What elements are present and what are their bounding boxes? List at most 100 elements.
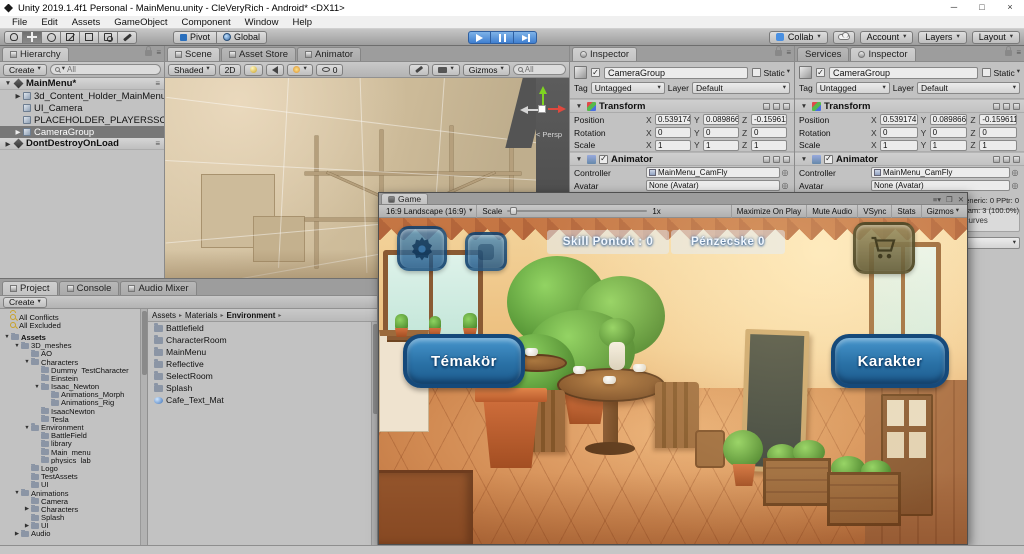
help-icon[interactable] <box>773 103 780 110</box>
menu-item[interactable]: Edit <box>34 17 64 28</box>
scale-z-field[interactable]: 1 <box>751 140 787 151</box>
rotation-z-field[interactable]: 0 <box>979 127 1017 138</box>
project-tree-item[interactable]: ▼ Animations <box>0 489 147 497</box>
animator-component-header[interactable]: ▼Animator <box>570 152 794 166</box>
step-button[interactable] <box>514 31 537 44</box>
project-tree-item[interactable]: IsaacNewton <box>0 407 147 415</box>
scale-y-field[interactable]: 1 <box>703 140 739 151</box>
animator-enabled-checkbox[interactable] <box>824 155 833 164</box>
camera-dropdown[interactable]: ▾ <box>432 64 459 76</box>
close-button[interactable]: × <box>996 0 1024 16</box>
rotation-x-field[interactable]: 0 <box>655 127 691 138</box>
project-tree-item[interactable]: Splash <box>0 514 147 522</box>
create-button[interactable]: Create▾ <box>3 297 47 308</box>
gizmo-x-axis[interactable] <box>558 105 566 113</box>
controller-field[interactable]: MainMenu_CamFly <box>871 167 1010 178</box>
project-area-tab[interactable]: Audio Mixer <box>120 281 196 295</box>
hierarchy-item[interactable]: ▶ 3d_Content_Holder_MainMenu <box>0 90 164 102</box>
menu-item[interactable]: Help <box>285 17 319 28</box>
scale-z-field[interactable]: 1 <box>979 140 1017 151</box>
info-button[interactable] <box>465 232 507 271</box>
hierarchy-search-input[interactable]: ▾All <box>50 64 161 75</box>
project-tree-item[interactable]: ▼ Environment <box>0 423 147 431</box>
gizmo-z-axis[interactable] <box>520 106 528 114</box>
rotate-tool-button[interactable] <box>42 31 61 44</box>
gear-menu-icon[interactable] <box>783 156 790 163</box>
project-tree-item[interactable]: AO <box>0 350 147 358</box>
transform-component-header[interactable]: ▼Transform <box>795 99 1024 113</box>
scale-x-field[interactable]: 1 <box>880 140 918 151</box>
project-tree-item[interactable]: library <box>0 440 147 448</box>
collab-dropdown[interactable]: Collab▾ <box>769 31 828 44</box>
tab-inspector[interactable]: Inspector <box>850 47 915 61</box>
panel-menu-icon[interactable]: ≡ <box>1016 49 1021 57</box>
gizmo-center-handle[interactable] <box>538 105 546 113</box>
lighting-toggle[interactable] <box>244 64 263 76</box>
breadcrumb-item[interactable]: Assets <box>152 311 183 320</box>
expand-arrow-icon[interactable]: ▼ <box>13 490 21 496</box>
scene-view-tab[interactable]: Animator <box>297 47 361 61</box>
project-tree-item[interactable]: Main_menu <box>0 448 147 456</box>
tab-game[interactable]: Game <box>381 193 428 204</box>
shading-mode-dropdown[interactable]: Shaded▾ <box>168 64 216 76</box>
expand-arrow-icon[interactable]: ▶ <box>23 506 31 512</box>
menu-item[interactable]: Component <box>175 17 238 28</box>
project-tree-item[interactable]: physics_lab <box>0 456 147 464</box>
shop-button[interactable] <box>853 222 915 274</box>
menu-item[interactable]: File <box>5 17 34 28</box>
expand-arrow-icon[interactable]: ▼ <box>23 359 31 365</box>
project-tree-item[interactable]: ▼ Characters <box>0 358 147 366</box>
move-tool-button[interactable] <box>23 31 42 44</box>
object-picker-icon[interactable]: ◎ <box>780 168 790 177</box>
minimize-button[interactable]: ─ <box>940 0 968 16</box>
transform-tool-button[interactable] <box>99 31 118 44</box>
presets-icon[interactable] <box>993 156 1000 163</box>
expand-arrow-icon[interactable]: ▼ <box>23 425 31 431</box>
project-tree-item[interactable]: TestAssets <box>0 473 147 481</box>
asset-item[interactable]: Cafe_Text_Mat <box>148 394 378 406</box>
lock-icon[interactable] <box>145 50 152 56</box>
transform-component-header[interactable]: ▼Transform <box>570 99 794 113</box>
tools-button[interactable] <box>409 64 429 76</box>
gizmos-dropdown[interactable]: Gizmos▾ <box>463 64 510 76</box>
expand-arrow-icon[interactable]: ▼ <box>3 334 11 340</box>
topics-button[interactable]: Témakör <box>403 334 525 388</box>
project-tree-item[interactable]: ▶ Audio <box>0 530 147 538</box>
project-area-tab[interactable]: Project <box>2 281 58 295</box>
asset-item[interactable]: Splash <box>148 382 378 394</box>
slider-knob[interactable] <box>510 207 517 215</box>
scene-view-tab[interactable]: Scene <box>167 47 220 61</box>
hierarchy-item[interactable]: ▼ MainMenu* <box>0 78 164 90</box>
scale-tool-button[interactable] <box>61 31 80 44</box>
global-toggle[interactable]: Global <box>216 31 267 44</box>
effects-dropdown[interactable]: ▾ <box>287 64 312 76</box>
menu-item[interactable]: Window <box>238 17 286 28</box>
rotation-y-field[interactable]: 0 <box>703 127 739 138</box>
layer-dropdown[interactable]: Default▾ <box>917 82 1020 94</box>
avatar-field[interactable]: None (Avatar) <box>646 180 780 191</box>
help-icon[interactable] <box>1003 103 1010 110</box>
tab-services[interactable]: Services <box>797 47 849 61</box>
project-tree-item[interactable]: ▼ 3D_meshes <box>0 342 147 350</box>
favorite-item[interactable]: All Excluded <box>0 321 147 329</box>
project-tree-item[interactable]: ▶ Characters <box>0 505 147 513</box>
menu-item[interactable]: GameObject <box>107 17 174 28</box>
expand-arrow-icon[interactable]: ▼ <box>3 80 13 87</box>
pause-button[interactable] <box>491 31 514 44</box>
scene-view-tab[interactable]: Asset Store <box>221 47 296 61</box>
project-tree-item[interactable]: Camera <box>0 497 147 505</box>
tab-inspector[interactable]: Inspector <box>572 47 637 61</box>
position-y-field[interactable]: 0.0898664 <box>703 114 739 125</box>
project-tree-item[interactable]: Animations_Rig <box>0 399 147 407</box>
custom-tool-button[interactable] <box>118 31 137 44</box>
scene-search-input[interactable]: All <box>513 64 566 75</box>
gear-menu-icon[interactable] <box>783 103 790 110</box>
window-menu-icon[interactable]: ≡▾ <box>933 195 941 204</box>
play-button[interactable] <box>468 31 491 44</box>
hierarchy-item[interactable]: ▶ DontDestroyOnLoad <box>0 138 164 150</box>
project-tree-item[interactable]: ▼ Assets <box>0 333 147 341</box>
controller-field[interactable]: MainMenu_CamFly <box>646 167 780 178</box>
perspective-label[interactable]: < Persp <box>536 130 562 139</box>
static-toggle[interactable]: Static▾ <box>752 68 790 78</box>
project-tree-item[interactable]: BattleField <box>0 432 147 440</box>
